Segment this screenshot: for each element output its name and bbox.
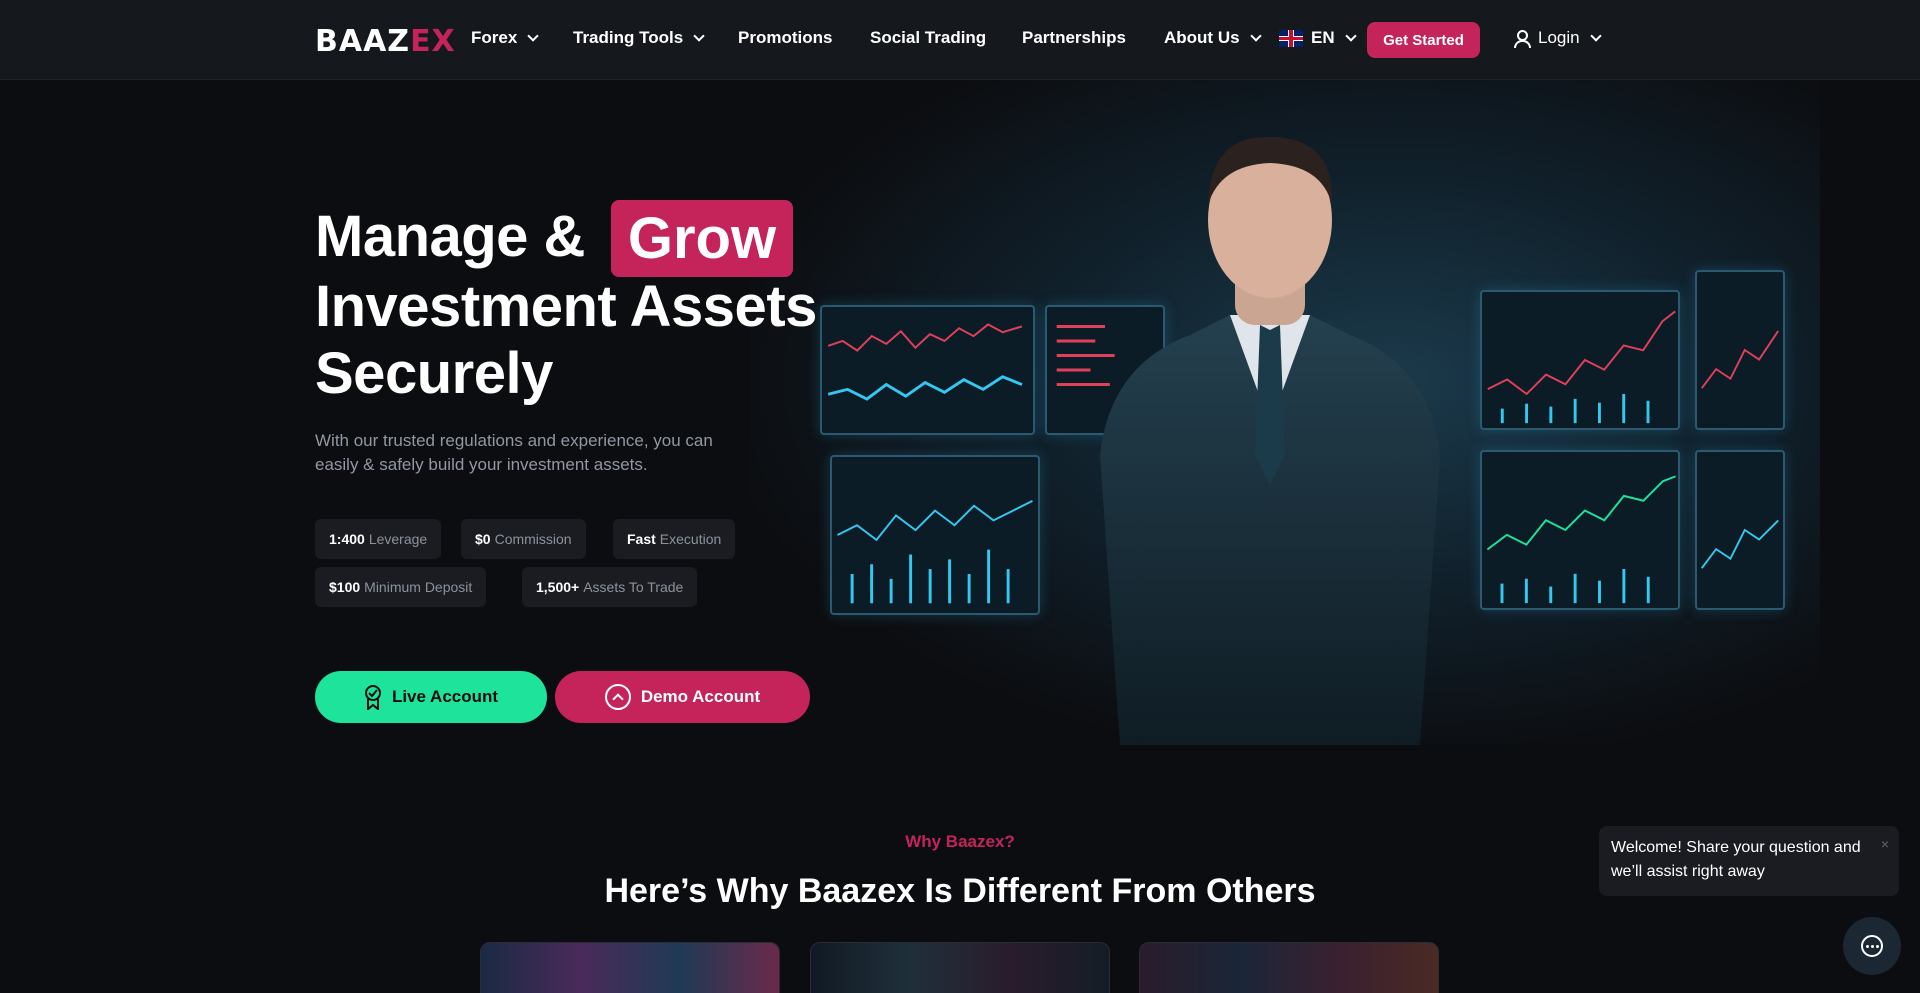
feature-pill-assets: 1,500+ Assets To Trade <box>522 567 698 607</box>
nav-about-us-label: About Us <box>1164 28 1240 47</box>
login-label: Login <box>1538 28 1580 47</box>
nav-trading-tools-label: Trading Tools <box>573 28 684 47</box>
feature-card-image <box>810 942 1110 993</box>
hero-title-line2: Investment Assets <box>315 274 817 339</box>
baazex-logo[interactable]: BAAZEX <box>315 24 456 59</box>
feature-value: Leverage <box>368 531 428 547</box>
get-started-button[interactable]: Get Started <box>1367 22 1480 58</box>
demo-account-label: Demo Account <box>640 687 761 706</box>
nav-forex-label: Forex <box>471 28 518 47</box>
hero-title-highlight: Grow <box>611 200 793 277</box>
chevron-down-icon <box>1344 29 1357 42</box>
hero-title-line1: Manage & <box>315 204 585 269</box>
nav-trading-tools[interactable]: Trading Tools <box>573 28 705 48</box>
feature-key: Fast <box>627 531 656 547</box>
nav-promotions-label: Promotions <box>738 28 833 47</box>
trading-monitor <box>830 455 1040 615</box>
chat-welcome-text: Welcome! Share your question and we’ll a… <box>1611 839 1861 880</box>
nav-social-trading-label: Social Trading <box>870 28 987 47</box>
feature-pill-minimum-deposit: $100 Minimum Deposit <box>315 567 487 607</box>
feature-value: Commission <box>494 531 572 547</box>
nav-partnerships-label: Partnerships <box>1022 28 1126 47</box>
feature-key: $0 <box>475 531 491 547</box>
nav-about-us[interactable]: About Us <box>1164 28 1262 48</box>
language-label: EN <box>1311 28 1335 47</box>
feature-pill-commission: $0 Commission <box>461 519 586 559</box>
nav-forex[interactable]: Forex <box>471 28 539 48</box>
chevron-down-icon <box>1249 29 1262 42</box>
feature-value: Minimum Deposit <box>364 579 473 595</box>
nav-promotions[interactable]: Promotions <box>738 28 832 48</box>
trading-monitor <box>1695 270 1785 430</box>
hero-image <box>750 80 1820 745</box>
chat-launcher-button[interactable] <box>1843 917 1901 975</box>
chevron-up-circle-icon <box>604 684 631 710</box>
language-selector[interactable]: EN <box>1279 28 1357 48</box>
feature-pill-execution: Fast Execution <box>613 519 736 559</box>
top-navbar: BAAZEX Forex Trading Tools Promotions So… <box>0 0 1920 80</box>
user-icon <box>1512 29 1531 48</box>
nav-partnerships[interactable]: Partnerships <box>1022 28 1126 48</box>
logo-text-white: BAAZ <box>315 24 411 59</box>
trading-monitor <box>1480 290 1680 430</box>
award-icon <box>364 685 381 710</box>
live-account-button[interactable]: Live Account <box>315 671 547 723</box>
feature-key: 1:400 <box>329 531 365 547</box>
chevron-down-icon <box>527 29 539 42</box>
hero-subtitle: With our trusted regulations and experie… <box>315 431 713 474</box>
chat-icon <box>1861 935 1883 957</box>
nav-social-trading[interactable]: Social Trading <box>870 28 986 48</box>
feature-value: Execution <box>659 531 722 547</box>
hero-title-line3: Securely <box>315 341 553 406</box>
live-account-label: Live Account <box>391 687 499 706</box>
feature-value: Assets To Trade <box>583 579 684 595</box>
chevron-down-icon <box>1589 29 1602 42</box>
chat-welcome-bubble: Welcome! Share your question and we’ll a… <box>1599 826 1899 896</box>
feature-key: $100 <box>329 579 361 595</box>
demo-account-button[interactable]: Demo Account <box>555 671 810 723</box>
close-icon[interactable]: × <box>1881 832 1889 856</box>
feature-pill-leverage: 1:400 Leverage <box>315 519 442 559</box>
login-menu[interactable]: Login <box>1512 28 1602 48</box>
businessman-figure <box>1100 136 1440 745</box>
chevron-down-icon <box>693 29 705 42</box>
logo-text-red: EX <box>410 24 456 59</box>
trading-monitor <box>1695 450 1785 610</box>
trading-monitor <box>820 305 1035 435</box>
feature-card-image <box>480 942 780 993</box>
uk-flag-icon <box>1279 29 1303 47</box>
feature-key: 1,500+ <box>536 579 580 595</box>
feature-card-image <box>1139 942 1439 993</box>
trading-monitor <box>1480 450 1680 610</box>
